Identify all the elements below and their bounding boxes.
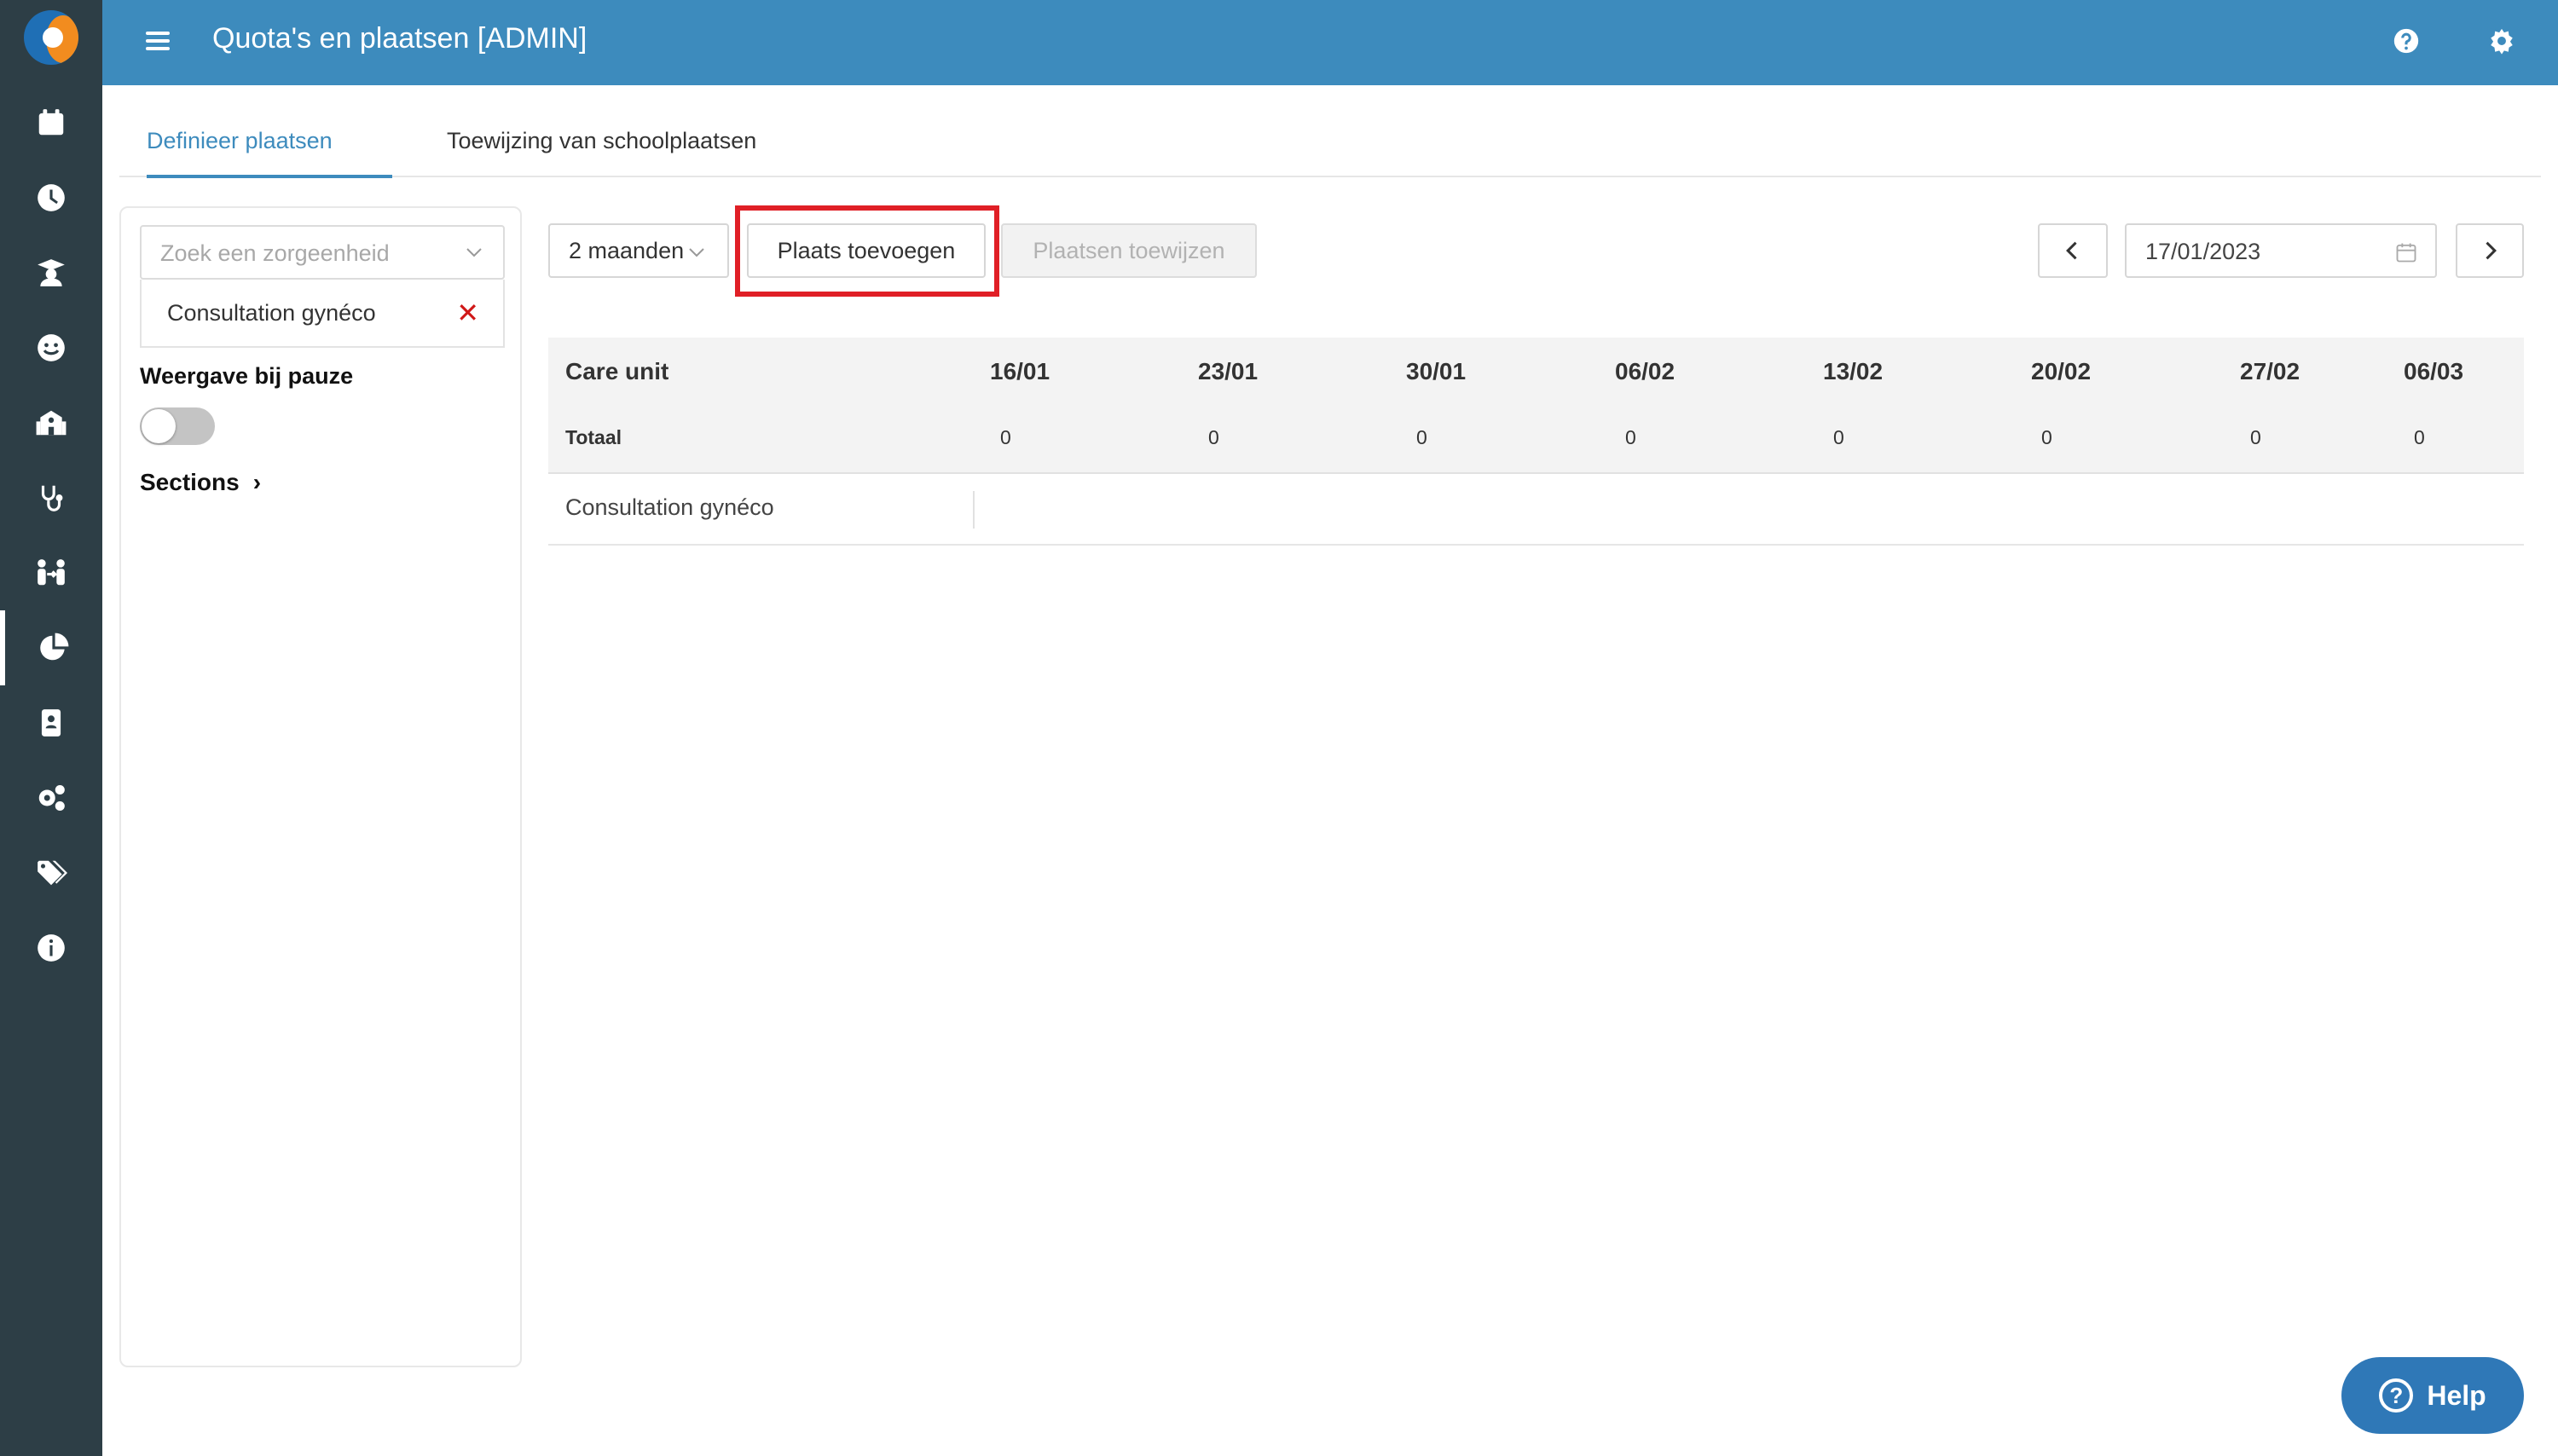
chevron-left-icon <box>2066 241 2077 260</box>
sections-expander[interactable]: Sections › <box>140 469 261 496</box>
sidebar-item-clock[interactable] <box>0 160 102 235</box>
week-column-header: 06/03 <box>2404 358 2464 384</box>
chevron-down-icon <box>466 248 482 257</box>
week-column-header: 16/01 <box>990 358 1050 384</box>
pause-display-toggle[interactable] <box>140 407 215 445</box>
sidebar-item-smiley[interactable] <box>0 310 102 385</box>
total-cell: 0 <box>2414 426 2425 448</box>
sidebar-item-gears[interactable] <box>0 760 102 835</box>
sidebar-item-graduate[interactable] <box>0 235 102 310</box>
previous-period-button[interactable] <box>2038 223 2108 278</box>
page-title: Quota's en plaatsen [ADMIN] <box>212 22 587 55</box>
sidebar-item-info[interactable] <box>0 910 102 985</box>
filter-panel: Zoek een zorgeenheid Consultation gynéco… <box>119 206 522 1367</box>
chevron-right-icon: › <box>252 469 262 495</box>
total-cell: 0 <box>1625 426 1636 448</box>
sidebar-item-people-exchange[interactable] <box>0 535 102 610</box>
tags-icon <box>38 860 67 886</box>
care-unit-name: Consultation gynéco <box>565 494 774 520</box>
sidebar-item-pie-chart[interactable] <box>0 610 102 685</box>
week-column-header: 27/02 <box>2240 358 2300 384</box>
graduate-icon <box>38 259 65 286</box>
next-period-button[interactable] <box>2456 223 2524 278</box>
tab-definieer-plaatsen[interactable]: Definieer plaatsen <box>147 128 392 178</box>
total-row-label: Totaal <box>565 426 622 448</box>
care-unit-column-header: Care unit <box>565 358 669 384</box>
period-select-value: 2 maanden <box>569 237 685 263</box>
pause-display-label: Weergave bij pauze <box>140 363 354 389</box>
hamburger-menu-icon[interactable] <box>143 27 172 56</box>
calendar-icon <box>38 109 64 136</box>
help-button[interactable]: ? Help <box>2341 1357 2524 1434</box>
table-row[interactable]: Consultation gynéco <box>548 474 2524 546</box>
total-cell: 0 <box>1000 426 1011 448</box>
total-cell: 0 <box>2041 426 2052 448</box>
care-unit-search-select[interactable]: Zoek een zorgeenheid <box>140 225 505 280</box>
column-divider <box>973 491 975 529</box>
assign-places-button[interactable]: Plaatsen toewijzen <box>1001 223 1257 278</box>
sidebar-item-contact-card[interactable] <box>0 685 102 760</box>
date-value: 17/01/2023 <box>2145 239 2261 264</box>
top-bar: Quota's en plaatsen [ADMIN] <box>102 0 2558 85</box>
help-button-label: Help <box>2427 1379 2486 1411</box>
tab-toewijzing-schoolplaatsen[interactable]: Toewijzing van schoolplaatsen <box>447 128 756 175</box>
people-exchange-icon <box>38 559 65 586</box>
sidebar-item-school[interactable] <box>0 385 102 460</box>
tab-bar: Definieer plaatsen Toewijzing van school… <box>119 116 2541 178</box>
week-column-header: 13/02 <box>1823 358 1884 384</box>
gears-icon <box>38 784 65 812</box>
week-column-header: 06/02 <box>1615 358 1675 384</box>
total-cell: 0 <box>1416 426 1427 448</box>
date-input[interactable]: 17/01/2023 <box>2125 223 2437 278</box>
question-icon: ? <box>2379 1378 2414 1413</box>
gear-icon[interactable] <box>2485 24 2519 58</box>
quota-table-header: Care unit 16/01 23/01 30/01 06/02 13/02 … <box>548 338 2524 474</box>
week-column-header: 30/01 <box>1406 358 1467 384</box>
period-select[interactable]: 2 maanden <box>548 223 729 278</box>
highlight-box <box>735 205 999 297</box>
remove-icon[interactable]: ✕ <box>456 297 479 329</box>
calendar-icon <box>2396 243 2416 263</box>
total-cell: 0 <box>2250 426 2261 448</box>
sidebar-item-calendar[interactable] <box>0 85 102 160</box>
clock-icon <box>38 184 65 211</box>
smiley-icon <box>38 334 65 361</box>
pie-chart-icon <box>40 633 69 661</box>
chevron-down-icon <box>689 248 704 257</box>
total-cell: 0 <box>1208 426 1219 448</box>
sidebar-item-stethoscope[interactable] <box>0 460 102 535</box>
search-placeholder: Zoek een zorgeenheid <box>160 240 390 266</box>
help-question-icon[interactable] <box>2389 24 2423 58</box>
week-column-header: 23/01 <box>1198 358 1259 384</box>
info-icon <box>38 934 65 962</box>
selected-unit-label: Consultation gynéco <box>167 300 376 326</box>
sidebar <box>0 0 102 1456</box>
sections-label: Sections <box>140 469 240 495</box>
contact-card-icon <box>41 709 61 737</box>
total-cell: 0 <box>1833 426 1844 448</box>
school-icon <box>36 410 67 436</box>
selected-unit-item: Consultation gynéco ✕ <box>140 280 505 348</box>
stethoscope-icon <box>41 485 63 511</box>
sidebar-item-tags[interactable] <box>0 835 102 910</box>
chevron-right-icon <box>2486 241 2497 260</box>
week-column-header: 20/02 <box>2031 358 2092 384</box>
app-logo[interactable] <box>24 10 78 65</box>
